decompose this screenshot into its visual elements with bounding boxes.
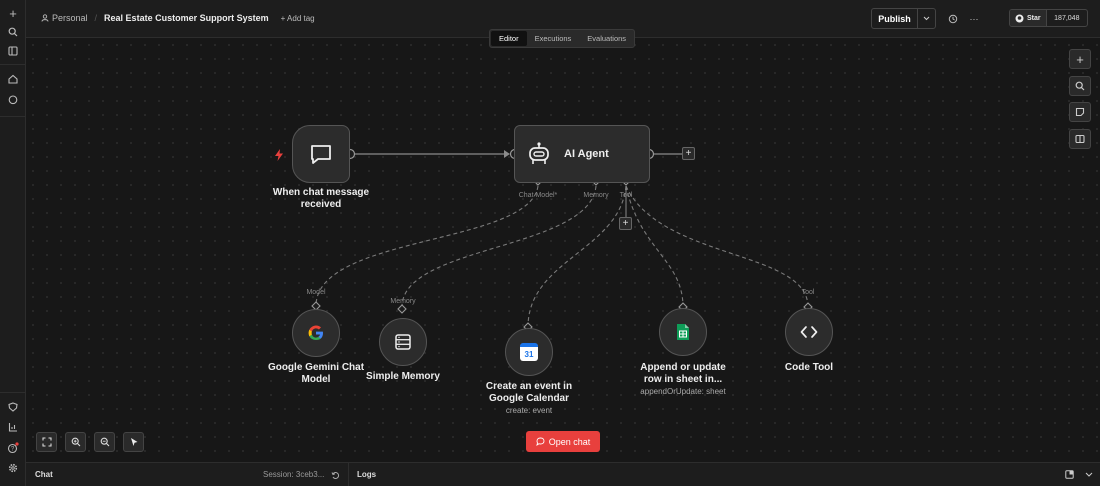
session-id: Session: 3ceb3... bbox=[263, 470, 325, 479]
sheets-label-line1: Append or update bbox=[640, 362, 726, 373]
robot-icon bbox=[529, 142, 549, 164]
chat-bubble-icon[interactable] bbox=[0, 91, 26, 109]
bottom-panel-bar: Chat Session: 3ceb3... Logs bbox=[26, 462, 1100, 486]
divider bbox=[0, 64, 26, 65]
code-tool-label: Code Tool bbox=[784, 362, 834, 373]
sheets-node-label: Append or update row in sheet in... bbox=[623, 362, 743, 386]
side-panel-button[interactable] bbox=[1069, 129, 1091, 149]
tab-evaluations[interactable]: Evaluations bbox=[579, 31, 634, 46]
ai-agent-title: AI Agent bbox=[564, 148, 609, 160]
app: + ? Personal / Real Estate Customer Supp… bbox=[0, 0, 1100, 486]
code-brackets-icon bbox=[800, 326, 818, 338]
left-sidebar: + ? bbox=[0, 0, 26, 486]
google-g-icon bbox=[308, 325, 323, 340]
github-star-button[interactable]: Star 187,048 bbox=[1009, 9, 1088, 27]
shield-icon[interactable] bbox=[0, 398, 26, 416]
sheets-node-subtitle: appendOrUpdate: sheet bbox=[640, 387, 726, 396]
memory-node-label: Simple Memory bbox=[366, 371, 440, 382]
slot-chat-model-label: Chat Model* bbox=[518, 192, 558, 199]
gemini-chat-model-node[interactable] bbox=[292, 309, 340, 357]
settings-gear-icon[interactable] bbox=[0, 459, 26, 477]
breadcrumb[interactable]: Personal / Real Estate Customer Support … bbox=[41, 13, 315, 23]
code-tool-node[interactable] bbox=[785, 308, 833, 356]
ai-agent-node[interactable]: AI Agent bbox=[514, 125, 650, 183]
panel-layout-icon[interactable] bbox=[1063, 468, 1075, 480]
more-options-button[interactable]: ··· bbox=[967, 12, 981, 26]
user-icon bbox=[41, 14, 49, 22]
sheets-label-line2: row in sheet in... bbox=[643, 374, 723, 385]
reset-session-icon[interactable] bbox=[329, 469, 341, 481]
add-tag-button[interactable]: + Add tag bbox=[281, 14, 315, 23]
chat-bubble-icon bbox=[536, 437, 545, 446]
chat-message-icon bbox=[311, 145, 331, 164]
chevron-down-icon bbox=[923, 16, 930, 21]
google-calendar-icon: 31 bbox=[520, 343, 538, 361]
google-sheets-node[interactable] bbox=[659, 308, 707, 356]
zoom-out-icon bbox=[100, 437, 109, 447]
trigger-node-label: When chat message received bbox=[256, 187, 386, 211]
panel-icon bbox=[1075, 134, 1085, 144]
zoom-in-icon bbox=[71, 437, 80, 447]
breadcrumb-separator: / bbox=[94, 13, 98, 23]
publish-dropdown[interactable] bbox=[917, 9, 935, 28]
slot-memory-label: Memory bbox=[583, 192, 609, 199]
calendar-label-line2: Google Calendar bbox=[488, 393, 569, 404]
slot-tool-label: Tool bbox=[619, 192, 633, 199]
tab-editor[interactable]: Editor bbox=[491, 31, 527, 46]
calendar-node-subtitle: create: event bbox=[505, 406, 553, 415]
divider bbox=[0, 116, 26, 117]
add-node-button[interactable]: + bbox=[1069, 49, 1091, 69]
search-icon[interactable] bbox=[0, 23, 26, 41]
zoom-in-button[interactable] bbox=[65, 432, 86, 452]
workflow-name[interactable]: Real Estate Customer Support System bbox=[104, 13, 269, 23]
add-icon[interactable]: + bbox=[0, 4, 26, 22]
sticky-note-icon bbox=[1075, 107, 1085, 117]
view-tabs: Editor Executions Evaluations bbox=[489, 29, 635, 48]
panel-divider bbox=[348, 463, 349, 486]
sticky-note-button[interactable] bbox=[1069, 102, 1091, 122]
memory-conn-label: Memory bbox=[390, 298, 416, 305]
tab-executions[interactable]: Executions bbox=[527, 31, 580, 46]
chevron-down-icon[interactable] bbox=[1083, 468, 1095, 480]
code-conn-label: Tool bbox=[801, 289, 815, 296]
google-sheets-icon bbox=[677, 324, 689, 340]
select-tool-button[interactable] bbox=[123, 432, 144, 452]
search-icon bbox=[1075, 81, 1085, 91]
add-output-node-button[interactable]: + bbox=[682, 147, 695, 160]
open-chat-label: Open chat bbox=[548, 436, 591, 447]
cursor-icon bbox=[130, 438, 137, 446]
add-tool-button[interactable]: + bbox=[619, 217, 632, 230]
publish-button[interactable]: Publish bbox=[872, 9, 917, 28]
zoom-out-button[interactable] bbox=[94, 432, 115, 452]
help-icon[interactable]: ? bbox=[0, 439, 26, 457]
star-label: Star bbox=[1027, 14, 1041, 22]
simple-memory-node[interactable] bbox=[379, 318, 427, 366]
publish-button-group: Publish bbox=[871, 8, 936, 29]
chart-icon[interactable] bbox=[0, 418, 26, 436]
star-count: 187,048 bbox=[1045, 10, 1087, 26]
calendar-label-line1: Create an event in bbox=[485, 381, 573, 392]
fit-view-button[interactable] bbox=[36, 432, 57, 452]
google-calendar-node[interactable]: 31 bbox=[505, 328, 553, 376]
database-icon bbox=[395, 334, 411, 350]
logs-panel-tab[interactable]: Logs bbox=[357, 470, 376, 479]
gemini-conn-label: Model bbox=[306, 289, 326, 296]
trigger-label-line2: received bbox=[300, 199, 342, 210]
panel-toggle-icon[interactable] bbox=[0, 42, 26, 60]
divider bbox=[0, 392, 26, 393]
trigger-node[interactable] bbox=[292, 125, 350, 183]
calendar-node-label: Create an event in Google Calendar bbox=[469, 381, 589, 405]
github-icon bbox=[1015, 14, 1024, 22]
home-icon[interactable] bbox=[0, 70, 26, 88]
open-chat-button[interactable]: Open chat bbox=[526, 431, 600, 452]
trigger-label-line1: When chat message bbox=[272, 187, 370, 198]
fit-view-icon bbox=[41, 437, 52, 447]
breadcrumb-project[interactable]: Personal bbox=[52, 13, 88, 23]
history-icon[interactable] bbox=[946, 12, 960, 26]
canvas-search-button[interactable] bbox=[1069, 76, 1091, 96]
chat-panel-tab[interactable]: Chat bbox=[35, 470, 53, 479]
trigger-bolt-icon bbox=[274, 148, 284, 161]
